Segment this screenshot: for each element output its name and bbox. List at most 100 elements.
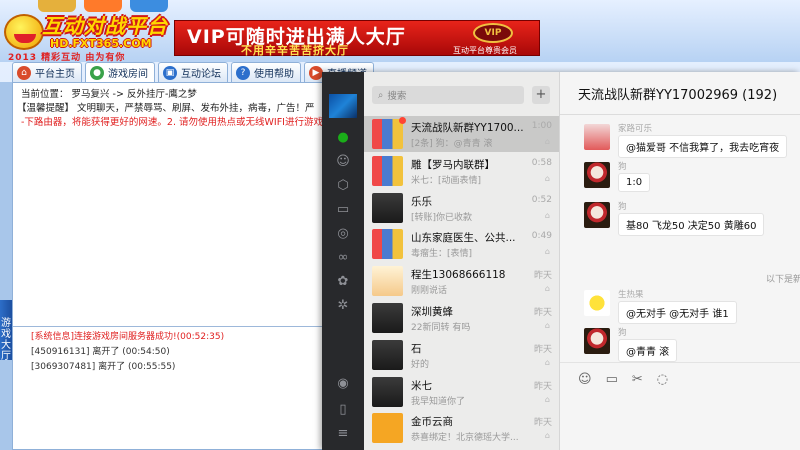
divider	[560, 114, 800, 115]
game-lobby-side-tab[interactable]: 游戏大厅	[0, 300, 12, 362]
search-row: ⌕ 搜索 +	[372, 86, 552, 106]
contacts-icon[interactable]: ☺	[335, 154, 351, 170]
avatar[interactable]	[584, 290, 610, 316]
notice-banner: 【温馨提醒】 文明聊天，严禁辱骂、刷屏、发布外挂，病毒，广告！严	[17, 103, 315, 114]
broadcast-icon: ▶	[309, 65, 323, 80]
chat-more-icon[interactable]: ◌	[657, 372, 668, 387]
tab-forum[interactable]: ▣ 互动论坛	[158, 62, 228, 82]
conversation-name: 天流战队新群YY1700...	[411, 122, 524, 134]
tab-game-room[interactable]: ● 游戏房间	[85, 62, 155, 82]
conversation-item[interactable]: 雕【罗马内联群】 米七：[动画表情] 0:58 ⌂	[364, 153, 559, 189]
search-icon: ⌕	[378, 89, 384, 101]
avatar[interactable]	[584, 202, 610, 228]
favorites-icon[interactable]: ◎	[335, 226, 351, 242]
moments-icon[interactable]: ∞	[335, 250, 351, 266]
conversation-item[interactable]: 天流战队新群YY1700... [2条] 狗：@青青 滚 1:00 ⌂	[364, 116, 559, 152]
logo-title: 互动对战平台	[42, 14, 168, 38]
sender-name: 家路可乐	[618, 124, 653, 134]
tab-platform-home[interactable]: ⌂ 平台主页	[12, 62, 82, 82]
side-tab-label: 游戏大厅	[1, 318, 11, 362]
conversation-item[interactable]: 山东家庭医生、公共... 毒瘤生：[表情] 0:49 ⌂	[364, 226, 559, 262]
message-bubble[interactable]: @无对手 @无对手 谁1	[618, 301, 737, 324]
mute-icon: ⌂	[544, 431, 550, 441]
logo-url: HD.FXT365.COM	[50, 37, 152, 50]
scissors-icon[interactable]: ✂	[632, 372, 643, 387]
mute-icon: ⌂	[544, 357, 550, 367]
add-chat-button[interactable]: +	[532, 86, 550, 104]
tab-label: 互动论坛	[181, 69, 221, 80]
emoji-icon[interactable]: ☺	[578, 372, 592, 387]
conversation-preview: [2条] 狗：@青青 滚	[411, 139, 493, 149]
folder-icon[interactable]: ▭	[335, 202, 351, 218]
conversation-time: 0:58	[531, 157, 552, 168]
tab-label: 游戏房间	[108, 69, 148, 80]
avatar	[372, 155, 403, 186]
settings-icon[interactable]: ✿	[335, 274, 351, 290]
banner-subline: 不用辛辛苦苦挤大厅	[241, 44, 349, 57]
unread-dot	[399, 117, 406, 124]
conversation-item[interactable]: 深圳黄蜂 22新同转 有吗 昨天 ⌂	[364, 300, 559, 336]
avatar[interactable]	[584, 328, 610, 354]
conversation-preview: [转账]你已收款	[411, 212, 473, 223]
folder-icon[interactable]: ▭	[606, 372, 618, 387]
new-messages-separator: 以下是新	[766, 275, 800, 285]
conversation-item[interactable]: 米七 我早知道你了 昨天 ⌂	[364, 374, 559, 410]
notice-warning: -下路由器，将能获得更好的网速。2. 请勿使用热点或无线WIFI进行游戏。	[21, 117, 329, 128]
conversation-preview: 好的	[411, 359, 430, 370]
menu-icon[interactable]: ≡	[335, 426, 351, 442]
log-line: [450916131] 离开了 (00:54:50)	[31, 347, 170, 357]
my-avatar[interactable]	[329, 94, 357, 118]
chat-toolbar: ☺ ▭ ✂ ◌	[578, 372, 668, 387]
banner-caption: 互动平台尊贵会员	[453, 46, 517, 55]
mute-icon: ⌂	[544, 173, 550, 183]
box-icon[interactable]: ⬡	[335, 178, 351, 194]
conversation-time: 昨天	[533, 308, 552, 318]
conversation-time: 1:00	[531, 121, 552, 131]
vip-banner[interactable]: VIP可随时进出满人大厅 不用辛辛苦苦挤大厅 VIP 互动平台尊贵会员	[174, 20, 540, 57]
conversation-list: ⌕ 搜索 + 天流战队新群YY1700... [2条] 狗：@青青 滚 1:00 ⌂ 雕…	[364, 72, 560, 450]
message-bubble[interactable]: 基80 飞龙50 决定50 黄雕60	[618, 213, 765, 236]
conversation-preview: 毒瘤生：[表情]	[411, 249, 473, 260]
mute-icon: ⌂	[544, 137, 550, 146]
avatar[interactable]	[584, 124, 610, 150]
log-line: [3069307481] 离开了 (00:55:55)	[31, 362, 176, 372]
chat-panel: 天流战队新群YY17002969 (192) 家路可乐 @猫爱哥 不信我算了，我去…	[560, 72, 800, 450]
conversation-time: 昨天	[533, 381, 552, 392]
tab-help[interactable]: ? 使用帮助	[231, 62, 301, 82]
platform-logo: 互动对战平台 HD.FXT365.COM 2013 精彩互动 由为有你	[2, 10, 170, 63]
chat-icon[interactable]: ●	[335, 130, 351, 146]
search-placeholder: 搜索	[387, 91, 407, 102]
avatar	[372, 339, 403, 370]
mute-icon: ⌂	[544, 394, 550, 404]
sender-name: 生热果	[618, 290, 644, 300]
conversation-preview: 刚刚说话	[411, 286, 448, 297]
platform-header: 互动对战平台 HD.FXT365.COM 2013 精彩互动 由为有你 VIP可…	[0, 0, 800, 63]
sparkle-icon[interactable]: ✲	[335, 298, 351, 314]
avatar	[372, 229, 403, 260]
room-content: 当前位置： 罗马复兴 -> 反外挂厅-鹰之梦 【温馨提醒】 文明聊天，严禁辱骂、…	[12, 82, 330, 450]
tab-label: 平台主页	[35, 69, 75, 80]
conversation-item[interactable]: 乐乐 [转账]你已收款 0:52 ⌂	[364, 190, 559, 226]
conversation-item[interactable]: 石好的 昨天 ⌂	[364, 337, 559, 373]
mute-icon: ⌂	[544, 210, 550, 220]
system-log: [系统信息]连接游戏房间服务器成功!(00:52:35) [450916131]…	[13, 326, 329, 449]
platform-nav: ⌂ 平台主页 ● 游戏房间 ▣ 互动论坛 ? 使用帮助 ▶ 直播频道	[12, 62, 374, 82]
conversation-item[interactable]: 金币云商 恭喜绑定！北京德瑶大学... 昨天 ⌂	[364, 410, 559, 446]
conversation-name: 金币云商	[411, 416, 453, 429]
search-input[interactable]: ⌕ 搜索	[372, 86, 524, 104]
mobile-icon[interactable]: ▯	[335, 402, 351, 418]
conversation-name: 米七	[411, 379, 432, 392]
sender-name: 狗	[618, 162, 627, 172]
avatar[interactable]	[584, 162, 610, 188]
message-bubble[interactable]: @青青 滚	[618, 339, 678, 362]
message-bubble[interactable]: 1:0	[618, 173, 651, 192]
mute-icon: ⌂	[544, 321, 550, 330]
avatar	[372, 303, 403, 333]
conversation-item[interactable]: 程生13068666118 刚刚说话 昨天 ⌂	[364, 263, 559, 299]
phone-icon[interactable]: ◉	[335, 376, 351, 392]
message-bubble[interactable]: @猫爱哥 不信我算了，我去吃宵夜	[618, 135, 788, 158]
wechat-sidebar: ● ☺ ⬡ ▭ ◎ ∞ ✿ ✲ ◉ ▯ ≡	[322, 72, 364, 450]
conversation-preview: 米七：[动画表情]	[411, 175, 482, 186]
room-chat-area[interactable]	[25, 130, 329, 326]
side-rail	[0, 82, 12, 450]
